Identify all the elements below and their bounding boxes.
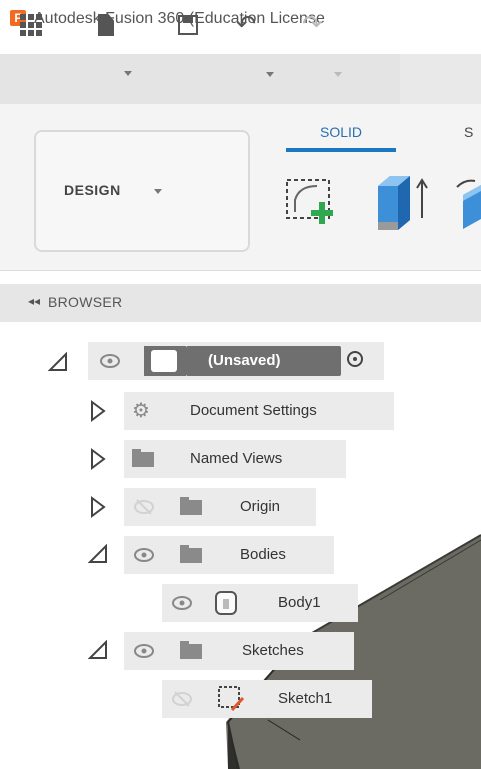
- activate-component-radio-icon[interactable]: [347, 351, 363, 367]
- hidden-eye-icon[interactable]: [172, 689, 192, 709]
- collapsed-triangle-icon[interactable]: [90, 496, 106, 518]
- grid-menu-icon[interactable]: [20, 14, 42, 36]
- visibility-eye-icon[interactable]: [100, 351, 120, 371]
- expanded-triangle-icon[interactable]: [48, 352, 68, 372]
- hidden-eye-icon[interactable]: [134, 497, 154, 517]
- extrude-icon[interactable]: [370, 168, 430, 238]
- folder-icon: [180, 545, 202, 563]
- visibility-eye-icon[interactable]: [134, 545, 154, 565]
- workspace-chevron-down-icon[interactable]: [154, 189, 162, 194]
- active-tab-indicator: [286, 148, 396, 152]
- collapsed-triangle-icon[interactable]: [90, 448, 106, 470]
- component-icon: [151, 350, 177, 372]
- tree-node-sketch1[interactable]: [162, 680, 372, 718]
- tab-solid[interactable]: SOLID: [320, 124, 362, 140]
- visibility-eye-icon[interactable]: [172, 593, 192, 613]
- redo-icon[interactable]: ↷: [302, 10, 322, 38]
- collapsed-triangle-icon[interactable]: [90, 400, 106, 422]
- tree-label-bodies: Bodies: [240, 546, 286, 563]
- tab-surface[interactable]: S: [464, 124, 473, 140]
- body-icon: [215, 591, 237, 615]
- collapse-browser-icon[interactable]: ◂◂: [28, 294, 40, 308]
- tree-label-sketch1: Sketch1: [278, 690, 333, 707]
- quick-access-toolbar: [0, 54, 400, 104]
- gear-icon: ⚙: [132, 400, 150, 422]
- expanded-triangle-icon[interactable]: [88, 640, 108, 660]
- folder-icon: [180, 641, 202, 659]
- undo-icon[interactable]: ↶: [236, 10, 256, 38]
- tree-label-document-settings: Document Settings: [190, 402, 317, 419]
- tree-label-named-views: Named Views: [190, 450, 283, 467]
- tab-strip: [400, 54, 481, 104]
- browser-title: BROWSER: [48, 294, 123, 310]
- create-sketch-icon[interactable]: [281, 172, 341, 232]
- revolve-icon[interactable]: [455, 175, 481, 235]
- expanded-triangle-icon[interactable]: [88, 544, 108, 564]
- workspace-label: DESIGN: [64, 182, 121, 198]
- visibility-eye-icon[interactable]: [134, 641, 154, 661]
- tree-node-sketches[interactable]: [124, 632, 354, 670]
- save-icon[interactable]: [178, 15, 198, 35]
- tree-label-origin: Origin: [240, 498, 281, 515]
- folder-icon: [132, 449, 154, 467]
- root-label: (Unsaved): [208, 352, 281, 369]
- redo-chevron-down-icon[interactable]: [334, 72, 342, 77]
- tree-label-sketches: Sketches: [242, 642, 304, 659]
- undo-chevron-down-icon[interactable]: [266, 72, 274, 77]
- tree-label-body1: Body1: [278, 594, 321, 611]
- file-icon[interactable]: [98, 14, 114, 36]
- tree-node-bodies[interactable]: [124, 536, 334, 574]
- folder-icon: [180, 497, 202, 515]
- file-chevron-down-icon[interactable]: [124, 71, 132, 76]
- sketch-icon: [218, 686, 245, 712]
